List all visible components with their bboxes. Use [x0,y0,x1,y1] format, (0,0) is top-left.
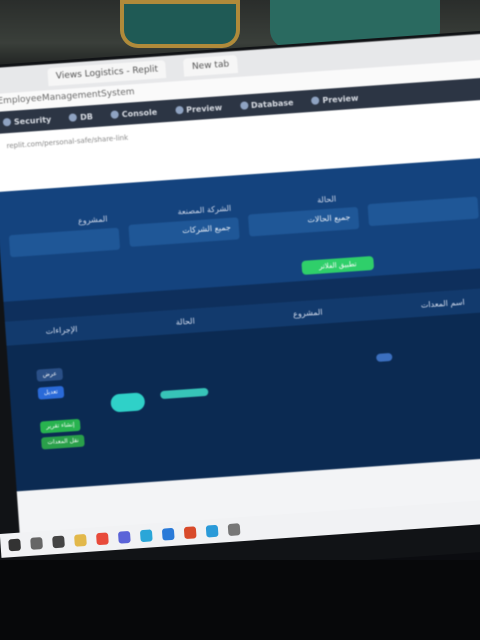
preview-icon [174,105,184,115]
misc-icon[interactable] [227,523,241,537]
preview-icon [311,96,320,105]
teams-icon[interactable] [117,530,131,544]
start-icon[interactable] [8,538,22,552]
database-icon [68,113,78,122]
preview-tab-2[interactable]: Preview [311,93,359,105]
move-equipment-button[interactable]: نقل المعدات [41,434,86,450]
status-filter[interactable]: جميع الحالات [247,206,360,237]
manufacturer-label: الشركة المصنعة [177,203,232,217]
project-filter[interactable] [8,227,121,258]
taskview-icon[interactable] [52,535,65,549]
database-tab[interactable]: Database [239,98,294,111]
terminal-icon [110,110,120,119]
db-tab[interactable]: DB [68,112,93,123]
col-equipment-name: اسم المعدات [420,297,465,310]
database-icon [239,101,249,110]
project-badge [160,387,209,400]
vscode-icon[interactable] [161,527,175,541]
project-label: المشروع [77,214,108,226]
shield-icon [2,117,12,127]
console-tab[interactable]: Console [110,107,158,119]
search-icon[interactable] [30,537,43,550]
edge-icon[interactable] [205,524,219,538]
desk-foreground [0,560,480,640]
browser-tab-new[interactable]: New tab [183,54,238,77]
monitor-screen: Views Logistics - Replit New tab Employe… [0,33,480,546]
col-actions: الإجراءات [45,324,78,336]
manufacturer-filter[interactable]: جميع الشركات [128,217,240,247]
security-tab[interactable]: Security [2,115,52,127]
view-button[interactable]: عرض [36,367,64,382]
chrome-icon[interactable] [96,532,109,546]
office-icon[interactable] [183,526,197,540]
status-label: الحالة [316,194,337,205]
extra-filter[interactable] [367,196,479,227]
folder-icon[interactable] [74,533,87,547]
apply-filters-button[interactable]: تطبيق الفلاتر [301,255,375,275]
chair-left [120,0,240,48]
status-badge [110,392,146,413]
preview-tab[interactable]: Preview [174,103,222,115]
app-icon[interactable] [139,529,153,543]
row-indicator [376,352,393,362]
col-project: المشروع [292,307,323,319]
report-button[interactable]: إنشاء تقرير [39,418,81,434]
col-status: الحالة [175,316,196,327]
equipment-table: الإجراءات الحالة المشروع اسم المعدات عرض… [4,286,480,492]
edit-button[interactable]: تعديل [37,385,65,400]
